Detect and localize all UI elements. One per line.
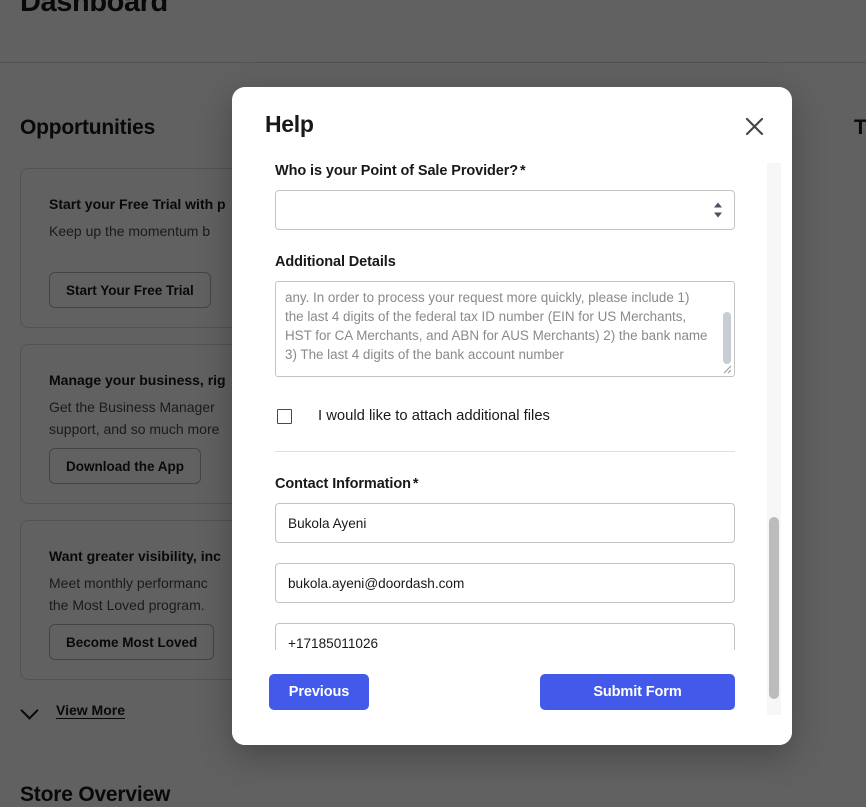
additional-details-textarea[interactable]: any. In order to process your request mo… — [275, 281, 735, 377]
additional-details-text: any. In order to process your request mo… — [285, 290, 708, 362]
modal-header: Help — [232, 87, 792, 163]
contact-name-input[interactable] — [275, 503, 735, 543]
required-asterisk: * — [520, 163, 526, 179]
contact-information-label-text: Contact Information — [275, 476, 411, 492]
pos-provider-label-text: Who is your Point of Sale Provider? — [275, 163, 519, 179]
modal-footer: Previous Submit Form — [232, 650, 792, 745]
previous-button[interactable]: Previous — [269, 674, 369, 710]
pos-provider-select[interactable] — [275, 190, 735, 230]
additional-details-label: Additional Details — [275, 254, 396, 270]
modal-title: Help — [265, 111, 314, 137]
attach-files-label: I would like to attach additional files — [318, 408, 550, 424]
page-root: Dashboard Opportunities T Store Overview… — [0, 0, 866, 807]
textarea-scrollbar-thumb[interactable] — [723, 312, 731, 364]
checkbox-icon[interactable] — [277, 408, 292, 424]
help-form: Who is your Point of Sale Provider? * Add… — [275, 163, 735, 650]
submit-form-button[interactable]: Submit Form — [540, 674, 735, 710]
pos-provider-label: Who is your Point of Sale Provider? * — [275, 163, 735, 179]
close-icon[interactable] — [740, 112, 768, 140]
chevron-up-down-icon — [713, 201, 723, 219]
modal-scrollbar-thumb[interactable] — [769, 517, 779, 699]
attach-files-checkbox-row[interactable]: I would like to attach additional files — [275, 403, 735, 429]
modal-body: Who is your Point of Sale Provider? * Add… — [232, 163, 792, 650]
section-divider — [275, 451, 735, 452]
resize-handle-icon[interactable] — [720, 362, 733, 375]
contact-email-input[interactable] — [275, 563, 735, 603]
contact-phone-input[interactable] — [275, 623, 735, 650]
contact-information-label: Contact Information * — [275, 476, 735, 492]
help-modal: Help Who is your Point of Sale Provider?… — [232, 87, 792, 745]
required-asterisk: * — [412, 476, 419, 492]
